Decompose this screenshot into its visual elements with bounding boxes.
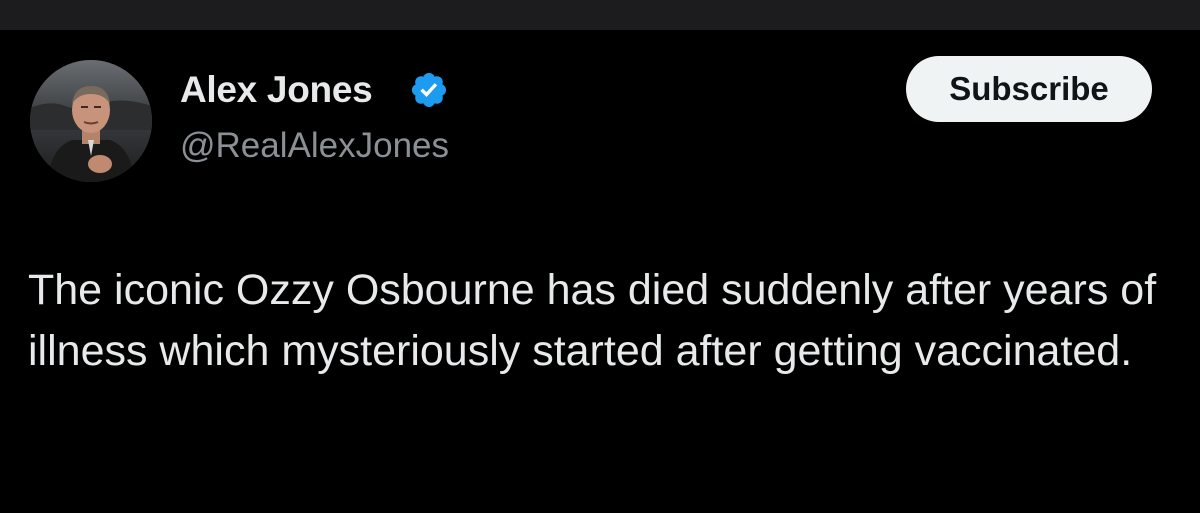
display-name[interactable]: Alex Jones <box>180 66 373 114</box>
avatar-image <box>30 60 152 182</box>
subscribe-button[interactable]: Subscribe <box>906 56 1152 122</box>
avatar[interactable] <box>30 60 152 182</box>
tweet-screenshot: Alex Jones @RealAlexJones Subscribe The … <box>0 0 1200 513</box>
user-handle[interactable]: @RealAlexJones <box>180 122 449 170</box>
verified-badge-icon <box>411 72 447 108</box>
top-bar <box>0 0 1200 30</box>
tweet-text: The iconic Ozzy Osbourne has died sudden… <box>28 266 1157 375</box>
